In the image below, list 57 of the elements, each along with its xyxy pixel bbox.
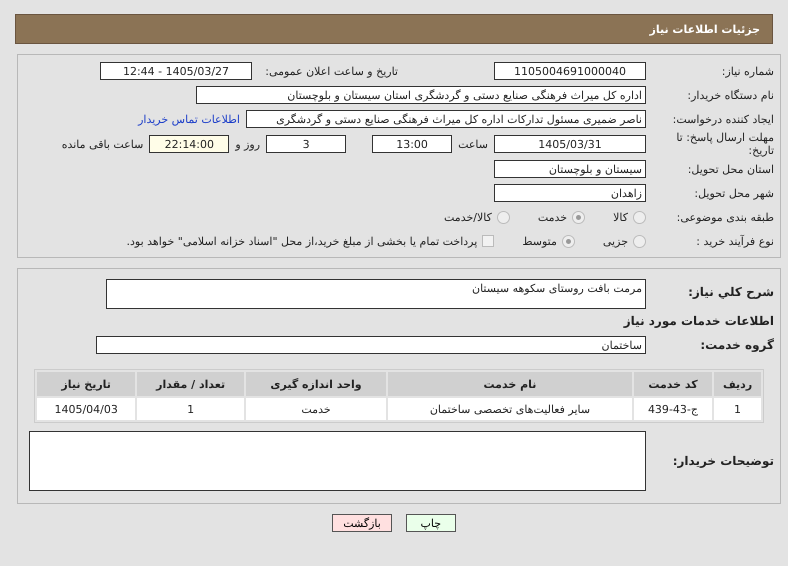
field-label: تاریخ و ساعت اعلان عمومی: bbox=[264, 64, 398, 78]
creator-field: ناصر ضمیری مسئول تدارکات اداره کل میراث فرهنگی صنایع دستی و گردشگری bbox=[246, 110, 646, 128]
table-cell: 1405/04/03 bbox=[37, 398, 136, 420]
buyer-contact-link[interactable]: اطلاعات تماس خریدار bbox=[138, 112, 240, 126]
description-field: مرمت بافت روستای سکوهه سیستان bbox=[106, 279, 646, 309]
column-header: نام خدمت bbox=[388, 372, 632, 396]
page-title: جزئیات اطلاعات نیاز bbox=[650, 22, 760, 36]
field-label: شهر محل تحویل: bbox=[693, 186, 774, 200]
city-field: زاهدان bbox=[494, 184, 646, 202]
field-label: طبقه بندی موضوعی: bbox=[676, 210, 774, 224]
announce-date-field: 1405/03/27 - 12:44 bbox=[100, 62, 252, 80]
back-button[interactable]: بازگشت bbox=[332, 514, 392, 532]
radio-label: خدمت bbox=[538, 210, 568, 224]
radio-label: متوسط bbox=[522, 234, 557, 248]
remaining-time-field: 22:14:00 bbox=[149, 135, 230, 153]
service-group-field: ساختمان bbox=[96, 336, 646, 354]
table-cell: 1 bbox=[137, 398, 244, 420]
table-cell: 1 bbox=[714, 398, 761, 420]
field-label: نوع فرآیند خرید : bbox=[695, 234, 774, 248]
column-header: واحد اندازه گیری bbox=[246, 372, 386, 396]
radio-label: کالا/خدمت bbox=[444, 210, 492, 224]
deadline-date-field: 1405/03/31 bbox=[494, 135, 646, 153]
need-number-field: 1105004691000040 bbox=[494, 62, 646, 80]
field-label: ایجاد کننده درخواست: bbox=[672, 112, 774, 126]
field-label: ساعت bbox=[458, 138, 488, 150]
table-cell: سایر فعالیت‌های تخصصی ساختمان bbox=[388, 398, 632, 420]
radio-button[interactable] bbox=[496, 210, 510, 224]
section-title: اطلاعات خدمات مورد نیاز bbox=[624, 314, 774, 328]
field-label: استان محل تحویل: bbox=[686, 162, 774, 176]
field-label: توضیحات خریدار: bbox=[672, 454, 774, 468]
radio-button[interactable] bbox=[633, 234, 646, 248]
checkbox[interactable] bbox=[482, 235, 494, 247]
radio-label: جزیی bbox=[602, 234, 628, 248]
radio-label: کالا bbox=[613, 210, 628, 224]
table-cell: خدمت bbox=[246, 398, 386, 420]
checkbox-label: پرداخت تمام یا بخشی از مبلغ خرید،از محل "اسناد خزانه اسلامی" خواهد بود. bbox=[126, 234, 478, 248]
field-label: مهلت ارسال پاسخ: تا تاریخ: bbox=[675, 131, 774, 157]
column-header: تعداد / مقدار bbox=[137, 372, 244, 396]
field-label: شرح کلي نياز: bbox=[687, 285, 774, 299]
print-button[interactable]: چاپ bbox=[406, 514, 456, 532]
buyer-notes-field[interactable] bbox=[29, 431, 646, 491]
column-header: کد خدمت bbox=[634, 372, 712, 396]
deadline-time-field: 13:00 bbox=[372, 135, 452, 153]
field-label: روز و bbox=[235, 138, 260, 150]
column-header: ردیف bbox=[714, 372, 761, 396]
radio-button[interactable] bbox=[562, 234, 575, 248]
field-label: شماره نیاز: bbox=[720, 64, 774, 78]
days-field: 3 bbox=[266, 135, 346, 153]
radio-button[interactable] bbox=[572, 210, 586, 224]
field-label: گروه خدمت: bbox=[699, 338, 774, 352]
field-label: نام دستگاه خریدار: bbox=[686, 88, 774, 102]
field-label: ساعت باقی مانده bbox=[62, 138, 144, 150]
buyer-org-field: اداره کل میراث فرهنگی صنایع دستی و گردشگری استان سیستان و بلوچستان bbox=[196, 86, 646, 104]
table-cell: ج-43-439 bbox=[634, 398, 712, 420]
radio-button[interactable] bbox=[633, 210, 646, 224]
province-field: سیستان و بلوچستان bbox=[494, 160, 646, 178]
column-header: تاریخ نیاز bbox=[37, 372, 136, 396]
